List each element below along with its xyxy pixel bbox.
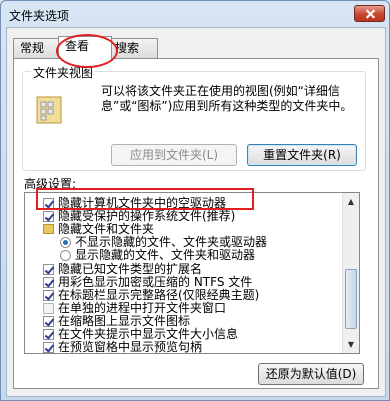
list-scrollbar[interactable]: ▲ ▼	[342, 193, 359, 353]
setting-checkbox[interactable]	[43, 342, 54, 353]
scroll-down-arrow-icon[interactable]: ▼	[343, 336, 359, 353]
setting-radio[interactable]	[60, 250, 71, 262]
title-bar[interactable]: 文件夹选项	[1, 1, 389, 27]
setting-checkbox[interactable]	[43, 329, 54, 340]
setting-label: 在预览窗格中显示预览句柄	[58, 340, 203, 354]
view-tab-panel: 文件夹视图 可以将该文件夹正在使用的视图(例如“详细信息”或“图标”)应用到所有…	[13, 58, 379, 389]
setting-checkbox[interactable]	[43, 276, 54, 288]
restore-defaults-button[interactable]: 还原为默认值(D)	[258, 363, 364, 385]
setting-checkbox[interactable]	[43, 289, 54, 301]
setting-checkbox[interactable]	[43, 315, 54, 327]
scroll-thumb[interactable]	[345, 269, 357, 329]
setting-checkbox[interactable]	[43, 302, 54, 314]
folder-view-description: 可以将该文件夹正在使用的视图(例如“详细信息”或“图标”)应用到所有这种类型的文…	[101, 84, 353, 113]
close-button[interactable]	[354, 5, 385, 22]
separate-process-annotation-box	[36, 188, 254, 210]
folder-view-group: 文件夹视图 可以将该文件夹正在使用的视图(例如“详细信息”或“图标”)应用到所有…	[22, 64, 366, 171]
folder-icon	[43, 224, 54, 235]
window-title: 文件夹选项	[9, 9, 70, 23]
setting-checkbox[interactable]	[43, 211, 54, 223]
setting-checkbox[interactable]	[43, 263, 54, 275]
setting-radio[interactable]	[60, 237, 71, 249]
folder-view-icon	[36, 96, 62, 124]
apply-to-folders-button[interactable]: 应用到文件夹(L)	[111, 144, 237, 166]
folder-options-window: 文件夹选项 常规 查看 搜索 文件夹视图 可以将该文件夹正在使用的视图(例如“详	[0, 0, 390, 401]
reset-folders-button[interactable]: 重置文件夹(R)	[247, 144, 357, 166]
tab-view-annotation-circle	[56, 34, 118, 68]
scroll-up-arrow-icon[interactable]: ▲	[343, 193, 359, 210]
dialog-body: 常规 查看 搜索 文件夹视图 可以将该文件夹正在使用的视图(例如“详细信息”或“…	[6, 27, 386, 397]
advanced-settings-list[interactable]: 隐藏计算机文件夹中的空驱动器 隐藏受保护的操作系统文件(推荐) 隐藏文件和文件夹 不显…	[24, 192, 360, 354]
